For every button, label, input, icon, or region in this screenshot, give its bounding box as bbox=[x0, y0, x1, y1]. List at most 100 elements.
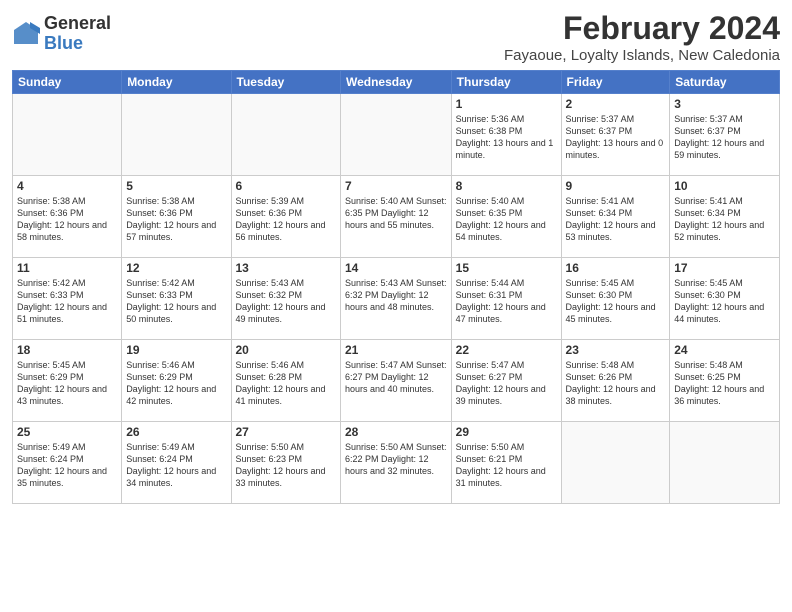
day-number: 14 bbox=[345, 261, 447, 275]
header-row: Sunday Monday Tuesday Wednesday Thursday… bbox=[13, 71, 780, 94]
logo-icon bbox=[12, 20, 40, 48]
day-info: Sunrise: 5:44 AM Sunset: 6:31 PM Dayligh… bbox=[456, 277, 557, 326]
day-number: 23 bbox=[566, 343, 666, 357]
cell-w4-d4: 21 Sunrise: 5:47 AM Sunset: 6:27 PM Dayli… bbox=[340, 340, 451, 422]
day-info: Sunrise: 5:47 AM Sunset: 6:27 PM Dayligh… bbox=[456, 359, 557, 408]
day-number: 20 bbox=[236, 343, 336, 357]
page: General Blue February 2024 Fayaoue, Loya… bbox=[0, 0, 792, 612]
day-info: Sunrise: 5:46 AM Sunset: 6:29 PM Dayligh… bbox=[126, 359, 226, 408]
cell-w4-d2: 19 Sunrise: 5:46 AM Sunset: 6:29 PM Dayli… bbox=[122, 340, 231, 422]
cell-w5-d6 bbox=[561, 422, 670, 504]
day-info: Sunrise: 5:47 AM Sunset: 6:27 PM Dayligh… bbox=[345, 359, 447, 395]
cell-w4-d3: 20 Sunrise: 5:46 AM Sunset: 6:28 PM Dayli… bbox=[231, 340, 340, 422]
day-info: Sunrise: 5:45 AM Sunset: 6:29 PM Dayligh… bbox=[17, 359, 117, 408]
day-info: Sunrise: 5:36 AM Sunset: 6:38 PM Dayligh… bbox=[456, 113, 557, 162]
cell-w4-d1: 18Sunrise: 5:45 AM Sunset: 6:29 PM Dayli… bbox=[13, 340, 122, 422]
day-info: Sunrise: 5:46 AM Sunset: 6:28 PM Dayligh… bbox=[236, 359, 336, 408]
day-number: 1 bbox=[456, 97, 557, 111]
day-info: Sunrise: 5:42 AM Sunset: 6:33 PM Dayligh… bbox=[17, 277, 117, 326]
day-number: 15 bbox=[456, 261, 557, 275]
cell-w2-d2: 5 Sunrise: 5:38 AM Sunset: 6:36 PM Daylig… bbox=[122, 176, 231, 258]
logo: General Blue bbox=[12, 14, 111, 54]
day-number: 27 bbox=[236, 425, 336, 439]
day-info: Sunrise: 5:38 AM Sunset: 6:36 PM Dayligh… bbox=[17, 195, 117, 244]
day-info: Sunrise: 5:45 AM Sunset: 6:30 PM Dayligh… bbox=[674, 277, 775, 326]
day-number: 8 bbox=[456, 179, 557, 193]
cell-w1-d7: 3Sunrise: 5:37 AM Sunset: 6:37 PM Daylig… bbox=[670, 94, 780, 176]
day-number: 10 bbox=[674, 179, 775, 193]
week-row-1: 1 Sunrise: 5:36 AM Sunset: 6:38 PM Daylig… bbox=[13, 94, 780, 176]
header: General Blue February 2024 Fayaoue, Loya… bbox=[12, 10, 780, 64]
cell-w2-d3: 6 Sunrise: 5:39 AM Sunset: 6:36 PM Daylig… bbox=[231, 176, 340, 258]
day-number: 19 bbox=[126, 343, 226, 357]
day-number: 7 bbox=[345, 179, 447, 193]
cell-w5-d1: 25Sunrise: 5:49 AM Sunset: 6:24 PM Dayli… bbox=[13, 422, 122, 504]
day-number: 16 bbox=[566, 261, 666, 275]
week-row-2: 4 Sunrise: 5:38 AM Sunset: 6:36 PM Daylig… bbox=[13, 176, 780, 258]
day-number: 6 bbox=[236, 179, 336, 193]
day-number: 9 bbox=[566, 179, 666, 193]
cell-w3-d1: 11 Sunrise: 5:42 AM Sunset: 6:33 PM Dayli… bbox=[13, 258, 122, 340]
day-info: Sunrise: 5:41 AM Sunset: 6:34 PM Dayligh… bbox=[566, 195, 666, 244]
th-saturday: Saturday bbox=[670, 71, 780, 94]
day-number: 28 bbox=[345, 425, 447, 439]
cell-w5-d5: 29 Sunrise: 5:50 AM Sunset: 6:21 PM Dayli… bbox=[451, 422, 561, 504]
day-number: 26 bbox=[126, 425, 226, 439]
cell-w2-d1: 4 Sunrise: 5:38 AM Sunset: 6:36 PM Daylig… bbox=[13, 176, 122, 258]
location-subtitle: Fayaoue, Loyalty Islands, New Caledonia bbox=[504, 47, 780, 64]
cell-w4-d7: 24 Sunrise: 5:48 AM Sunset: 6:25 PM Dayli… bbox=[670, 340, 780, 422]
day-info: Sunrise: 5:43 AM Sunset: 6:32 PM Dayligh… bbox=[345, 277, 447, 313]
day-number: 21 bbox=[345, 343, 447, 357]
th-tuesday: Tuesday bbox=[231, 71, 340, 94]
th-wednesday: Wednesday bbox=[340, 71, 451, 94]
day-info: Sunrise: 5:49 AM Sunset: 6:24 PM Dayligh… bbox=[126, 441, 226, 490]
th-thursday: Thursday bbox=[451, 71, 561, 94]
cell-w5-d4: 28Sunrise: 5:50 AM Sunset: 6:22 PM Dayli… bbox=[340, 422, 451, 504]
day-number: 2 bbox=[566, 97, 666, 111]
cell-w2-d4: 7 Sunrise: 5:40 AM Sunset: 6:35 PM Daylig… bbox=[340, 176, 451, 258]
day-info: Sunrise: 5:48 AM Sunset: 6:26 PM Dayligh… bbox=[566, 359, 666, 408]
week-row-3: 11 Sunrise: 5:42 AM Sunset: 6:33 PM Dayli… bbox=[13, 258, 780, 340]
cell-w5-d2: 26 Sunrise: 5:49 AM Sunset: 6:24 PM Dayli… bbox=[122, 422, 231, 504]
week-row-5: 25Sunrise: 5:49 AM Sunset: 6:24 PM Dayli… bbox=[13, 422, 780, 504]
day-info: Sunrise: 5:42 AM Sunset: 6:33 PM Dayligh… bbox=[126, 277, 226, 326]
cell-w2-d7: 10 Sunrise: 5:41 AM Sunset: 6:34 PM Dayli… bbox=[670, 176, 780, 258]
cell-w1-d5: 1 Sunrise: 5:36 AM Sunset: 6:38 PM Daylig… bbox=[451, 94, 561, 176]
day-info: Sunrise: 5:38 AM Sunset: 6:36 PM Dayligh… bbox=[126, 195, 226, 244]
cell-w3-d3: 13 Sunrise: 5:43 AM Sunset: 6:32 PM Dayli… bbox=[231, 258, 340, 340]
day-number: 4 bbox=[17, 179, 117, 193]
day-info: Sunrise: 5:45 AM Sunset: 6:30 PM Dayligh… bbox=[566, 277, 666, 326]
cell-w1-d2 bbox=[122, 94, 231, 176]
cell-w4-d6: 23 Sunrise: 5:48 AM Sunset: 6:26 PM Dayli… bbox=[561, 340, 670, 422]
cell-w1-d6: 2Sunrise: 5:37 AM Sunset: 6:37 PM Daylig… bbox=[561, 94, 670, 176]
cell-w3-d4: 14 Sunrise: 5:43 AM Sunset: 6:32 PM Dayli… bbox=[340, 258, 451, 340]
day-info: Sunrise: 5:41 AM Sunset: 6:34 PM Dayligh… bbox=[674, 195, 775, 244]
cell-w5-d3: 27 Sunrise: 5:50 AM Sunset: 6:23 PM Dayli… bbox=[231, 422, 340, 504]
day-info: Sunrise: 5:50 AM Sunset: 6:23 PM Dayligh… bbox=[236, 441, 336, 490]
day-info: Sunrise: 5:48 AM Sunset: 6:25 PM Dayligh… bbox=[674, 359, 775, 408]
day-number: 5 bbox=[126, 179, 226, 193]
th-monday: Monday bbox=[122, 71, 231, 94]
month-year-title: February 2024 bbox=[504, 10, 780, 47]
day-number: 13 bbox=[236, 261, 336, 275]
day-number: 29 bbox=[456, 425, 557, 439]
title-area: February 2024 Fayaoue, Loyalty Islands, … bbox=[504, 10, 780, 64]
week-row-4: 18Sunrise: 5:45 AM Sunset: 6:29 PM Dayli… bbox=[13, 340, 780, 422]
day-number: 11 bbox=[17, 261, 117, 275]
logo-general: General bbox=[44, 14, 111, 34]
cell-w2-d5: 8 Sunrise: 5:40 AM Sunset: 6:35 PM Daylig… bbox=[451, 176, 561, 258]
day-info: Sunrise: 5:37 AM Sunset: 6:37 PM Dayligh… bbox=[674, 113, 775, 162]
cell-w3-d6: 16 Sunrise: 5:45 AM Sunset: 6:30 PM Dayli… bbox=[561, 258, 670, 340]
day-info: Sunrise: 5:40 AM Sunset: 6:35 PM Dayligh… bbox=[456, 195, 557, 244]
day-info: Sunrise: 5:43 AM Sunset: 6:32 PM Dayligh… bbox=[236, 277, 336, 326]
cell-w4-d5: 22Sunrise: 5:47 AM Sunset: 6:27 PM Dayli… bbox=[451, 340, 561, 422]
cell-w1-d1 bbox=[13, 94, 122, 176]
day-number: 24 bbox=[674, 343, 775, 357]
cell-w5-d7 bbox=[670, 422, 780, 504]
day-info: Sunrise: 5:50 AM Sunset: 6:21 PM Dayligh… bbox=[456, 441, 557, 490]
cell-w3-d7: 17Sunrise: 5:45 AM Sunset: 6:30 PM Dayli… bbox=[670, 258, 780, 340]
day-info: Sunrise: 5:40 AM Sunset: 6:35 PM Dayligh… bbox=[345, 195, 447, 231]
logo-blue: Blue bbox=[44, 34, 111, 54]
day-info: Sunrise: 5:39 AM Sunset: 6:36 PM Dayligh… bbox=[236, 195, 336, 244]
cell-w3-d2: 12Sunrise: 5:42 AM Sunset: 6:33 PM Dayli… bbox=[122, 258, 231, 340]
